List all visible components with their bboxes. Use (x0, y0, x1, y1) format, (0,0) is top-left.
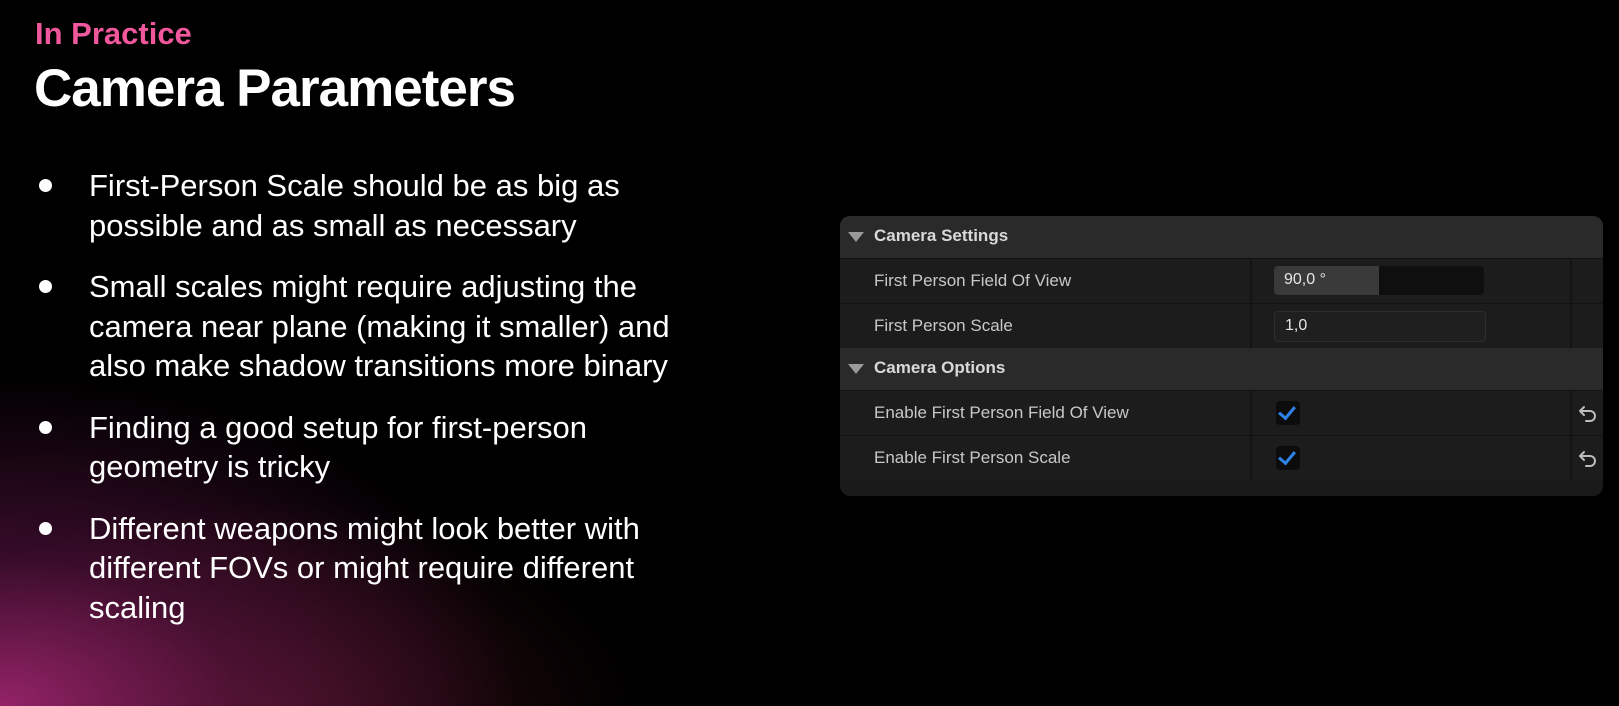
property-label: First Person Field Of View (874, 271, 1072, 290)
bullet-item: Finding a good setup for first-person ge… (35, 408, 715, 487)
enable-scale-checkbox[interactable] (1276, 446, 1300, 470)
reset-arrow-icon[interactable] (1577, 402, 1599, 424)
column-divider (1570, 259, 1572, 303)
bullet-dot-icon (39, 521, 52, 535)
bullet-text: Finding a good setup for first-person ge… (89, 409, 587, 485)
column-divider[interactable] (1250, 391, 1252, 435)
category-label: Camera Options (874, 358, 1006, 377)
column-divider (1570, 436, 1572, 480)
scale-value-input[interactable]: 1,0 (1274, 311, 1486, 342)
column-divider[interactable] (1250, 436, 1252, 480)
property-row-fov: First Person Field Of View 90,0 ° (840, 258, 1603, 303)
bullet-list: First-Person Scale should be as big as p… (35, 166, 715, 649)
property-label: First Person Scale (874, 316, 1013, 335)
bullet-text: First-Person Scale should be as big as p… (89, 168, 620, 243)
triangle-down-icon[interactable] (848, 232, 864, 242)
slide-title: Camera Parameters (34, 59, 516, 118)
details-panel: Camera Settings First Person Field Of Vi… (840, 216, 1603, 496)
property-label: Enable First Person Field Of View (874, 403, 1129, 422)
column-divider (1570, 304, 1572, 348)
checkmark-icon (1278, 446, 1296, 466)
bullet-dot-icon (39, 179, 52, 192)
column-divider[interactable] (1250, 304, 1252, 348)
bullet-item: Small scales might require adjusting the… (35, 267, 715, 386)
fov-value-text: 90,0 ° (1284, 271, 1326, 288)
slide-eyebrow: In Practice (35, 16, 192, 51)
bullet-dot-icon (39, 280, 52, 293)
category-camera-settings[interactable]: Camera Settings (840, 216, 1603, 258)
enable-fov-checkbox[interactable] (1276, 401, 1300, 425)
category-camera-options[interactable]: Camera Options (840, 348, 1603, 390)
column-divider (1570, 391, 1572, 435)
scale-value-text: 1,0 (1285, 317, 1308, 334)
property-label: Enable First Person Scale (874, 448, 1071, 467)
bullet-item: Different weapons might look better with… (35, 509, 715, 628)
property-row-enable-fov: Enable First Person Field Of View (840, 390, 1603, 435)
triangle-down-icon[interactable] (848, 364, 864, 374)
category-label: Camera Settings (874, 226, 1009, 245)
bullet-dot-icon (39, 420, 52, 434)
bullet-text: Small scales might require adjusting the… (89, 269, 670, 383)
checkmark-icon (1278, 401, 1296, 421)
fov-value-slider[interactable]: 90,0 ° (1274, 266, 1484, 295)
bullet-item: First-Person Scale should be as big as p… (35, 166, 715, 245)
column-divider[interactable] (1250, 259, 1252, 303)
property-row-scale: First Person Scale 1,0 (840, 303, 1603, 348)
bullet-text: Different weapons might look better with… (89, 510, 640, 625)
reset-arrow-icon[interactable] (1577, 447, 1599, 469)
property-row-enable-scale: Enable First Person Scale (840, 435, 1603, 480)
